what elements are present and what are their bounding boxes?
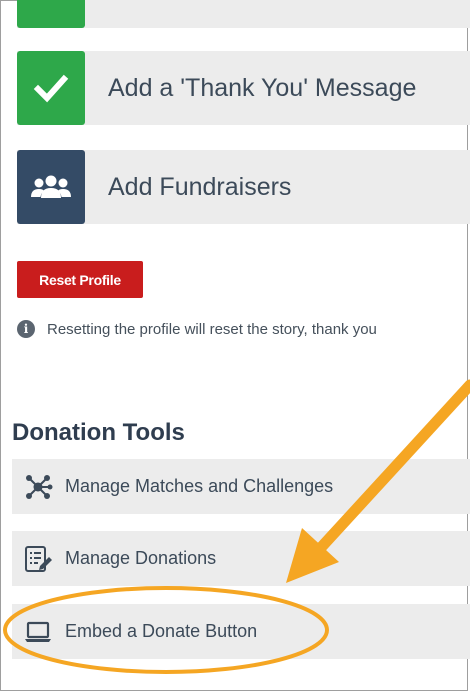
step-row-thank-you[interactable]: Add a 'Thank You' Message	[17, 51, 470, 125]
step-label-thank-you: Add a 'Thank You' Message	[108, 73, 417, 102]
tool-label-manage-matches: Manage Matches and Challenges	[65, 476, 334, 496]
users-icon	[17, 150, 85, 224]
step-row-previous[interactable]	[17, 0, 470, 28]
tool-label-manage-donations: Manage Donations	[65, 548, 217, 568]
step-icon-previous	[17, 0, 85, 28]
tool-manage-donations[interactable]: Manage Donations	[12, 531, 470, 586]
info-icon: i	[17, 320, 35, 338]
tool-label-embed-donate-button: Embed a Donate Button	[65, 621, 258, 641]
tool-embed-donate-button[interactable]: Embed a Donate Button	[12, 604, 470, 659]
step-label-fundraisers: Add Fundraisers	[108, 172, 292, 201]
step-row-fundraisers[interactable]: Add Fundraisers	[17, 150, 470, 224]
reset-info: i Resetting the profile will reset the s…	[17, 320, 377, 338]
reset-profile-button[interactable]: Reset Profile	[17, 261, 143, 298]
check-icon	[17, 51, 85, 125]
list-edit-icon	[22, 543, 54, 575]
donation-tools-title: Donation Tools	[12, 419, 185, 446]
network-icon	[22, 471, 54, 503]
tool-manage-matches[interactable]: Manage Matches and Challenges	[12, 459, 470, 514]
laptop-icon	[22, 616, 54, 648]
reset-info-text: Resetting the profile will reset the sto…	[47, 320, 377, 338]
